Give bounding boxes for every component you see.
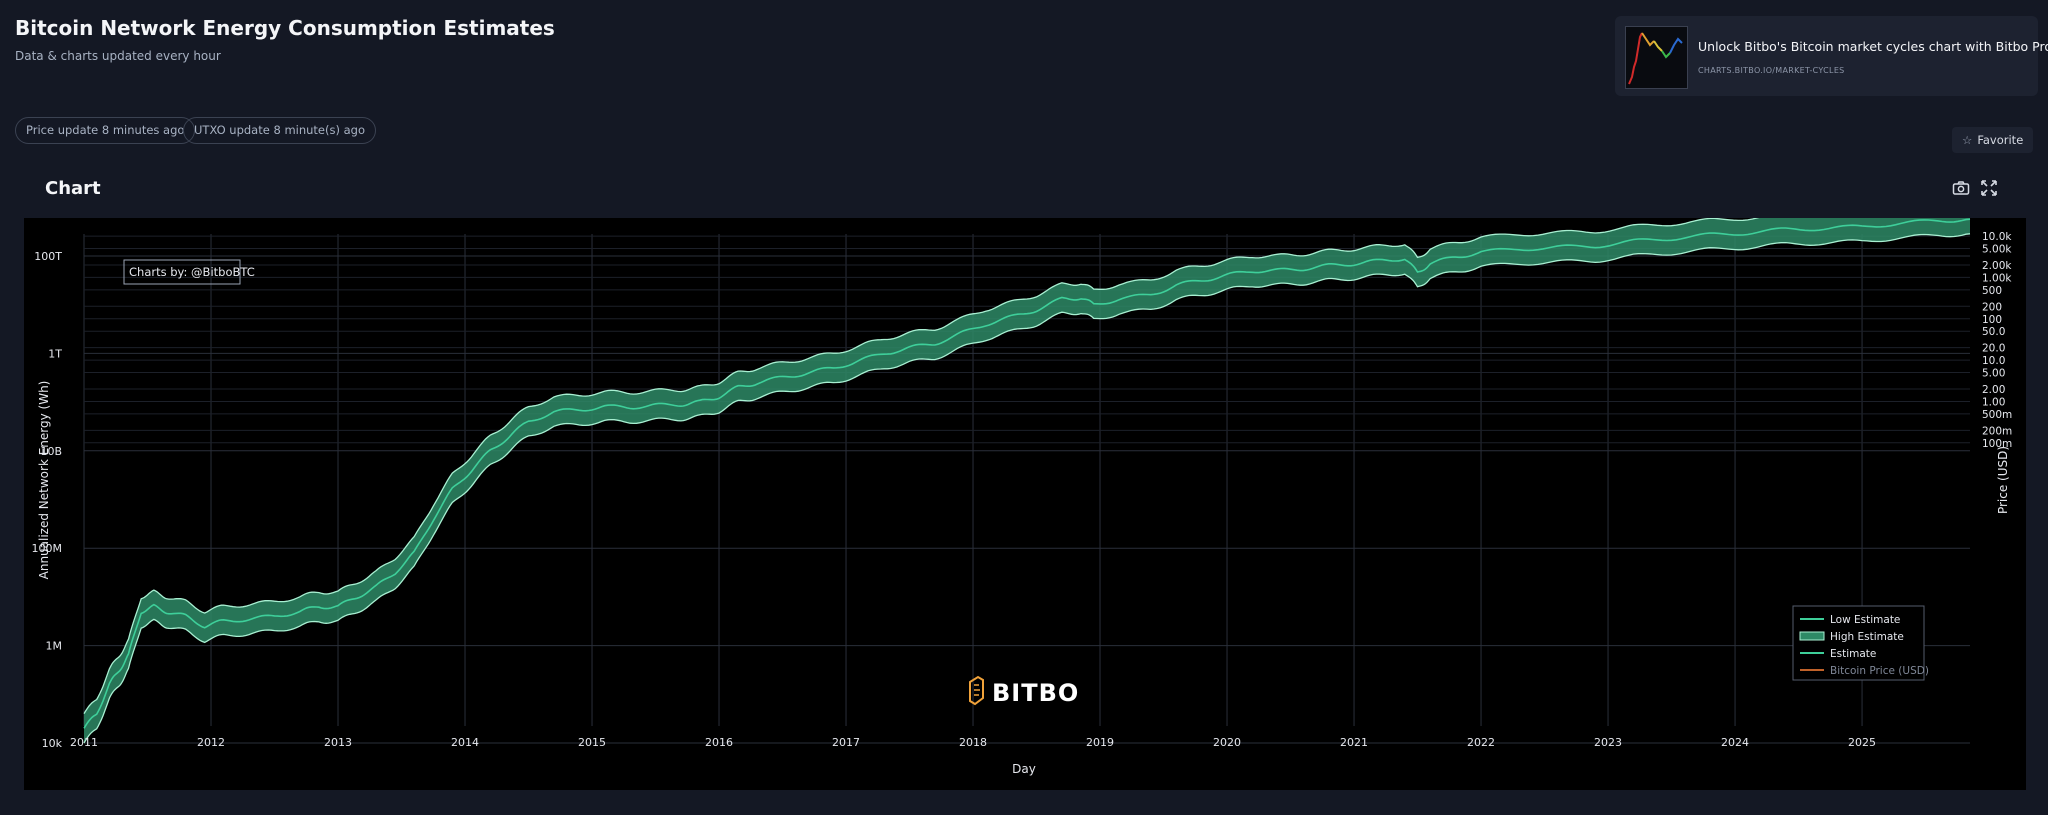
promo-url: CHARTS.BITBO.IO/MARKET-CYCLES xyxy=(1698,66,1845,75)
legend-label: High Estimate xyxy=(1830,631,1904,643)
y2-tick-label: 10.0 xyxy=(1982,355,2005,367)
x-tick-label: 2018 xyxy=(959,736,987,749)
y2-tick-label: 1.00k xyxy=(1982,272,2012,284)
y2-tick-label: 2.00 xyxy=(1982,384,2005,396)
x-tick-label: 2020 xyxy=(1213,736,1241,749)
x-tick-label: 2019 xyxy=(1086,736,1114,749)
x-tick-label: 2013 xyxy=(324,736,352,749)
camera-icon[interactable] xyxy=(1951,178,1971,198)
energy-chart: 2011 2012 2013 2014 2015 2016 2017 2018 2019 2020… xyxy=(32,203,2012,776)
page-title: Bitcoin Network Energy Consumption Estim… xyxy=(15,16,555,40)
bitbo-logo-icon xyxy=(969,675,984,706)
y-axis-title: Annualized Network Energy (Wh) xyxy=(37,381,51,580)
utxo-update-badge: UTXO update 8 minute(s) ago xyxy=(183,117,377,144)
y2-tick-label: 500m xyxy=(1982,409,2012,421)
favorite-button[interactable]: ☆ Favorite xyxy=(1952,127,2033,153)
x-tick-label: 2016 xyxy=(705,736,733,749)
y2-tick-label: 100 xyxy=(1982,314,2002,326)
favorite-label: Favorite xyxy=(1977,133,2024,147)
y2-tick-label: 200m xyxy=(1982,425,2012,437)
x-tick-label: 2014 xyxy=(451,736,479,749)
estimate-line xyxy=(83,218,1971,729)
x-tick-label: 2023 xyxy=(1594,736,1622,749)
price-update-badge: Price update 8 minutes ago xyxy=(15,117,196,144)
y2-tick-label: 10.0k xyxy=(1982,231,2012,243)
y-tick-label: 1M xyxy=(46,640,63,653)
y2-tick-label: 1.00 xyxy=(1982,396,2005,408)
x-tick-label: 2021 xyxy=(1340,736,1368,749)
promo-card[interactable]: Unlock Bitbo's Bitcoin market cycles cha… xyxy=(1615,16,2048,96)
y2-tick-label: 200 xyxy=(1982,301,2002,313)
plot-area: 2011 2012 2013 2014 2015 2016 2017 2018 2019 2020… xyxy=(24,203,2026,790)
star-icon: ☆ xyxy=(1962,133,1973,147)
x-axis-title: Day xyxy=(1012,762,1036,776)
high-estimate-line xyxy=(83,203,1971,715)
y2-tick-label: 500 xyxy=(1982,285,2002,297)
expand-icon[interactable] xyxy=(1979,178,1999,198)
legend-label: Low Estimate xyxy=(1830,614,1900,626)
legend-swatch xyxy=(1799,631,1825,641)
x-tick-label: 2024 xyxy=(1721,736,1749,749)
y2-tick-label: 5.00k xyxy=(1982,244,2012,256)
x-tick-label: 2015 xyxy=(578,736,606,749)
chart-credit: Charts by: @BitboBTC xyxy=(123,259,255,285)
x-tick-label: 2011 xyxy=(70,736,98,749)
legend-label: Estimate xyxy=(1830,648,1876,660)
chart-legend: Low Estimate High Estimate Estimate Bitcoin… xyxy=(1792,605,1929,681)
y2-tick-label: 50.0 xyxy=(1982,326,2005,338)
credit-text: Charts by: @BitboBTC xyxy=(129,265,255,279)
bitbo-watermark: BITBO xyxy=(969,675,1079,707)
promo-title: Unlock Bitbo's Bitcoin market cycles cha… xyxy=(1698,39,2048,54)
y-tick-label: 100T xyxy=(34,250,62,263)
legend-label: Bitcoin Price (USD) xyxy=(1830,665,1929,677)
y-tick-label: 1T xyxy=(48,347,62,360)
y2-axis-title: Price (USD) xyxy=(1996,446,2010,514)
x-tick-label: 2022 xyxy=(1467,736,1495,749)
x-tick-label: 2017 xyxy=(832,736,860,749)
estimate-band xyxy=(84,204,1970,743)
x-tick-label: 2025 xyxy=(1848,736,1876,749)
x-tick-label: 2012 xyxy=(197,736,225,749)
watermark-text: BITBO xyxy=(992,679,1079,707)
chart-heading: Chart xyxy=(45,178,101,199)
chart-card: Chart 2011 2012 2013 2014 2015 2016 2017 2018 20… xyxy=(24,170,2026,790)
y2-tick-label: 20.0 xyxy=(1982,343,2005,355)
promo-thumbnail xyxy=(1625,26,1688,89)
page-subtitle: Data & charts updated every hour xyxy=(15,49,221,63)
y2-tick-label: 5.00 xyxy=(1982,368,2005,380)
y2-tick-label: 2.00k xyxy=(1982,260,2012,272)
y-tick-label: 10k xyxy=(42,737,63,750)
